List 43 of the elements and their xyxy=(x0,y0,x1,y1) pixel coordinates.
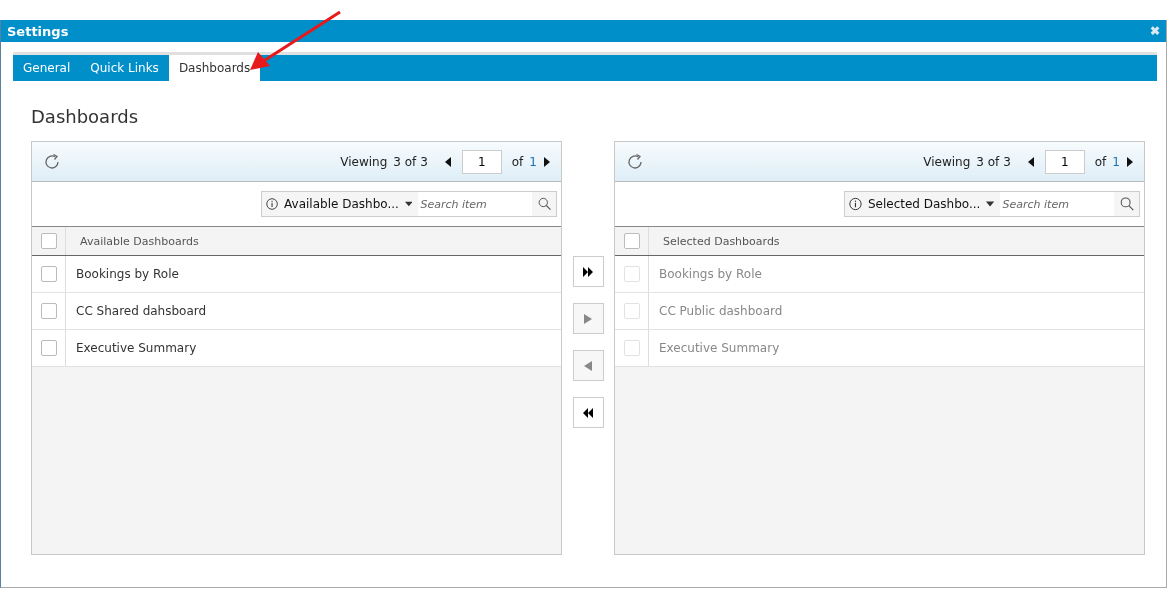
page-input[interactable]: 1 xyxy=(461,149,502,174)
viewing-label: Viewing xyxy=(923,154,971,169)
section-heading: Dashboards xyxy=(31,106,140,129)
row-checkbox[interactable] xyxy=(40,266,57,282)
transfer-button[interactable] xyxy=(572,256,604,287)
of-label: of xyxy=(511,154,524,169)
info-icon xyxy=(849,196,862,212)
tab[interactable]: Dashboards xyxy=(168,55,261,81)
refresh-icon[interactable] xyxy=(42,151,62,172)
of-label: of xyxy=(1094,154,1107,169)
page-input[interactable]: 1 xyxy=(1044,149,1085,174)
previous-page-icon[interactable] xyxy=(443,155,452,168)
next-page-icon[interactable] xyxy=(1126,155,1134,168)
dropdown-caret-icon[interactable] xyxy=(404,201,413,207)
select-all-checkbox[interactable] xyxy=(40,233,57,249)
row-checkbox[interactable] xyxy=(40,340,57,356)
list-item[interactable]: Bookings by Role xyxy=(76,267,179,281)
filter-dropdown[interactable]: Available Dashbo... xyxy=(284,197,399,211)
filter-dropdown[interactable]: Selected Dashbo... xyxy=(867,197,981,211)
page-count: 1 xyxy=(529,154,537,169)
search-icon[interactable] xyxy=(1120,195,1135,213)
select-all-checkbox[interactable] xyxy=(623,233,640,249)
search-icon[interactable] xyxy=(538,195,552,213)
window-title: Settings xyxy=(7,23,70,39)
previous-page-icon[interactable] xyxy=(1026,155,1035,168)
row-checkbox[interactable] xyxy=(40,303,57,319)
list-item[interactable]: Executive Summary xyxy=(76,341,197,355)
viewing-count: 3 of 3 xyxy=(393,154,428,169)
viewing-label: Viewing xyxy=(340,154,388,169)
column-header: Available Dashboards xyxy=(80,234,199,248)
tab[interactable]: General xyxy=(13,55,81,81)
search-field[interactable]: Search item xyxy=(1000,192,1115,216)
dropdown-caret-icon[interactable] xyxy=(986,201,995,207)
viewing-count: 3 of 3 xyxy=(976,154,1011,169)
next-page-icon[interactable] xyxy=(543,155,551,168)
page-count: 1 xyxy=(1112,154,1120,169)
transfer-button[interactable] xyxy=(572,397,604,428)
info-icon xyxy=(266,196,279,212)
column-header: Selected Dashboards xyxy=(663,234,780,248)
refresh-icon[interactable] xyxy=(625,151,645,172)
search-field[interactable]: Search item xyxy=(418,192,533,216)
tab[interactable]: Quick Links xyxy=(80,55,169,81)
list-item[interactable]: CC Shared dahsboard xyxy=(76,304,207,318)
